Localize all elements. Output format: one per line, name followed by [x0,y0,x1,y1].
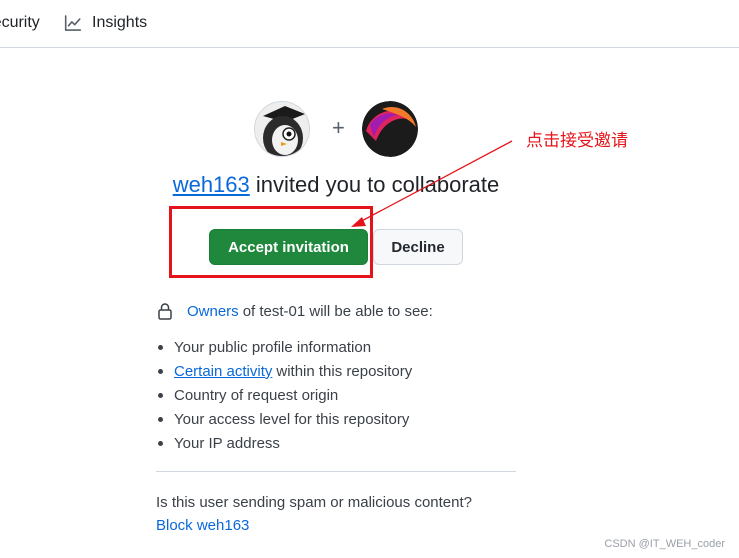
annotation-text: 点击接受邀请 [526,131,628,151]
avatar-pair: + [254,101,420,159]
decline-button[interactable]: Decline [373,229,463,265]
owners-link[interactable]: Owners [187,303,239,320]
bullet-icon [158,344,163,350]
tab-security[interactable]: Security [0,0,40,46]
watermark: CSDN @IT_WEH_coder [604,538,725,550]
invite-title-text: invited you to collaborate [249,172,500,197]
spam-question: Is this user sending spam or malicious c… [156,494,472,511]
owners-text: of test-01 will be able to see: [242,302,433,320]
divider [156,471,516,472]
repo-avatar[interactable] [362,101,418,157]
bullet-icon [158,392,163,398]
block-user-link[interactable]: Block weh163 [156,517,249,534]
list-item: Certain activity within this repository [158,359,412,383]
invite-title: weh163 invited you to collaborate [0,172,672,198]
lock-icon [158,303,172,320]
inviter-avatar[interactable] [254,101,310,157]
graph-icon [64,15,82,31]
certain-activity-link[interactable]: Certain activity [174,363,272,380]
bullet-icon [158,368,163,374]
list-item: Country of request origin [158,383,412,407]
accept-invitation-button[interactable]: Accept invitation [209,229,368,265]
list-item: Your public profile information [158,335,412,359]
bullet-icon [158,440,163,446]
annotation-arrow [351,140,513,227]
repo-nav: Security Insights [0,0,739,48]
list-item: Your IP address [158,431,412,455]
bullet-icon [158,416,163,422]
permission-list: Your public profile information Certain … [158,335,412,455]
list-item: Your access level for this repository [158,407,412,431]
inviter-link[interactable]: weh163 [173,172,250,197]
plus-sign: + [332,115,345,140]
tab-insights[interactable]: Insights [64,0,147,46]
tab-insights-label: Insights [92,14,148,31]
owners-notice: Owners of test-01 will be able to see: [157,302,433,320]
tab-security-label: Security [0,14,40,31]
